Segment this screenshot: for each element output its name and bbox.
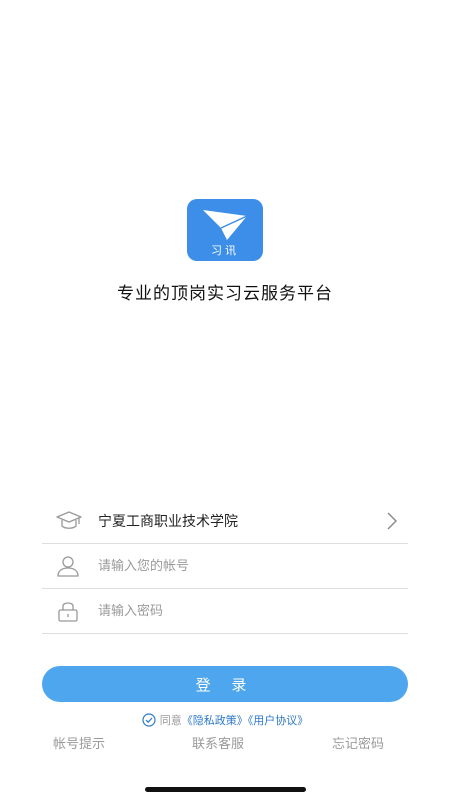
password-input[interactable] (98, 598, 388, 624)
app-slogan: 专业的顶岗实习云服务平台 (117, 284, 333, 304)
graduation-cap-icon (56, 511, 82, 529)
school-name: 宁夏工商职业技术学院 (98, 514, 238, 530)
home-indicator (145, 787, 306, 792)
school-selector[interactable]: 宁夏工商职业技术学院 (42, 499, 408, 544)
lock-icon (58, 602, 78, 622)
chevron-right-icon (387, 512, 397, 530)
checkmark-circle-icon[interactable] (142, 713, 156, 727)
bottom-links: 帐号提示 联系客服 忘记密码 (0, 733, 450, 753)
app-logo: 习讯 (187, 199, 263, 261)
paper-plane-icon (203, 210, 248, 240)
privacy-policy-link[interactable]: 《隐私政策》 (182, 714, 248, 727)
account-row (42, 544, 408, 589)
agreement-row: 同意《隐私政策》《用户协议》 (0, 712, 450, 728)
login-button[interactable]: 登 录 (42, 666, 408, 702)
contact-support-link[interactable]: 联系客服 (192, 733, 244, 752)
account-hint-link[interactable]: 帐号提示 (53, 733, 105, 752)
user-agreement-link[interactable]: 《用户协议》 (248, 714, 309, 727)
user-icon (57, 556, 79, 577)
forgot-password-link[interactable]: 忘记密码 (332, 733, 384, 752)
password-row (42, 589, 408, 634)
logo-text: 习讯 (211, 244, 239, 257)
account-input[interactable] (98, 553, 388, 579)
agreement-prefix: 同意 (159, 714, 182, 727)
